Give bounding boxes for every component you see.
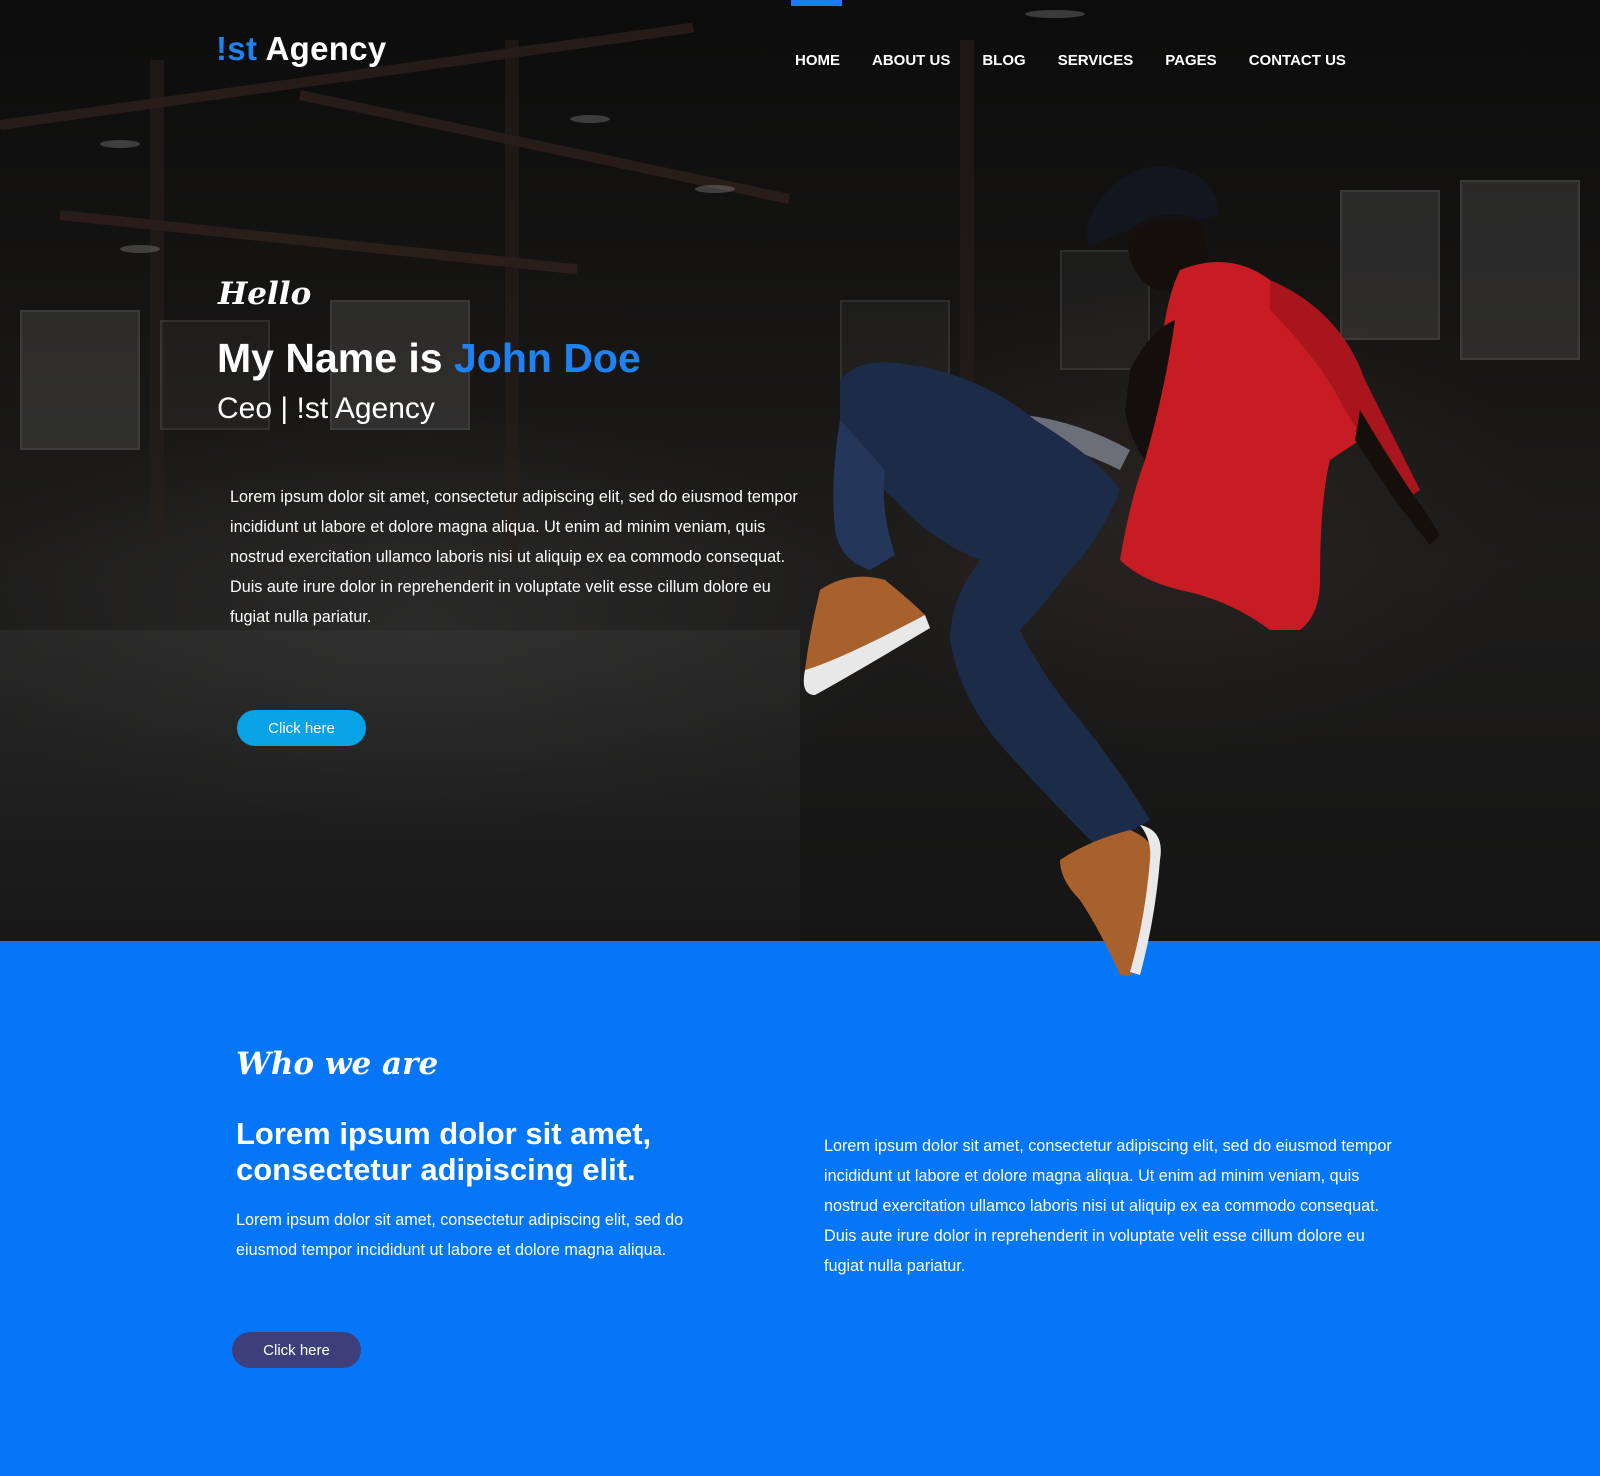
hero-name-prefix: My Name is xyxy=(217,335,454,381)
hero-name-heading: My Name is John Doe xyxy=(217,335,641,382)
about-paragraph: Lorem ipsum dolor sit amet, consectetur … xyxy=(824,1137,1392,1275)
logo-text: Agency xyxy=(257,30,387,67)
dancer-image xyxy=(803,166,1440,976)
nav-item-home[interactable]: HOME xyxy=(795,52,840,69)
nav-item-blog[interactable]: BLOG xyxy=(982,52,1025,69)
hero-role: Ceo | !st Agency xyxy=(217,392,435,425)
main-nav: HOME ABOUT US BLOG SERVICES PAGES CONTAC… xyxy=(795,52,1378,69)
nav-item-services[interactable]: SERVICES xyxy=(1058,52,1134,69)
hero-paragraph: Lorem ipsum dolor sit amet, consectetur … xyxy=(230,488,798,626)
active-nav-indicator xyxy=(791,0,842,6)
logo-mark: !st xyxy=(216,30,258,67)
about-heading: Lorem ipsum dolor sit amet, consectetur … xyxy=(236,1116,652,1187)
about-subtext: Lorem ipsum dolor sit amet, consectetur … xyxy=(236,1211,684,1259)
nav-item-about-us[interactable]: ABOUT US xyxy=(872,52,950,69)
about-script-title: Who we are xyxy=(236,1046,439,1082)
hero-click-here-button[interactable]: Click here xyxy=(237,710,366,746)
hero-greeting: Hello xyxy=(218,276,312,312)
nav-item-contact-us[interactable]: CONTACT US xyxy=(1249,52,1346,69)
nav-item-pages[interactable]: PAGES xyxy=(1165,52,1216,69)
hero-name-highlight: John Doe xyxy=(454,335,641,381)
site-logo[interactable]: !st Agency xyxy=(216,30,386,68)
about-click-here-button[interactable]: Click here xyxy=(232,1332,361,1368)
